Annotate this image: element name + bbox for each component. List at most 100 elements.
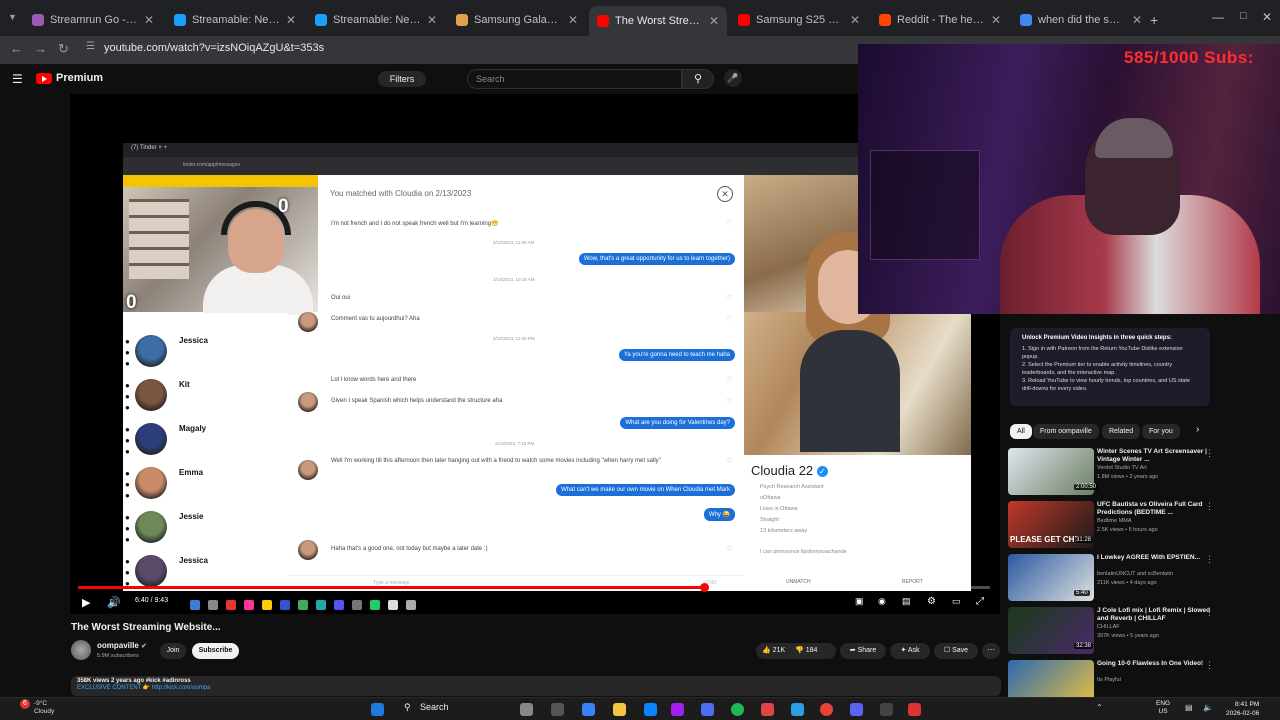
tab-close-icon[interactable]: ✕	[427, 13, 437, 27]
app-icon[interactable]	[701, 703, 714, 716]
file-explorer-icon[interactable]	[613, 703, 626, 716]
window-minimize-icon[interactable]: —	[1212, 10, 1224, 24]
match-list-item[interactable]: ● ● ● Jessie	[123, 506, 288, 550]
unmatch-button[interactable]: UNMATCH	[786, 579, 811, 585]
match-list-item[interactable]: ● ● ● Jessica	[123, 330, 288, 374]
filters-button[interactable]: Filters	[378, 71, 426, 87]
language-indicator[interactable]: ENG US	[1156, 700, 1170, 716]
chip-related[interactable]: Related	[1102, 424, 1141, 439]
channel-avatar[interactable]	[71, 640, 91, 660]
volume-icon[interactable]: 🔊	[107, 596, 121, 609]
more-options-icon[interactable]: ⋮	[1205, 554, 1214, 565]
heart-icon[interactable]: ♡	[726, 397, 732, 405]
video-thumbnail[interactable]: PLEASE GET CHI 31:28	[1008, 501, 1094, 548]
app-icon[interactable]	[791, 703, 804, 716]
heart-icon[interactable]: ♡	[726, 294, 732, 302]
join-button[interactable]: Join	[160, 643, 186, 659]
share-button[interactable]: ➦ Share	[840, 643, 886, 659]
match-list-item[interactable]: ● ● ● Magaly	[123, 418, 288, 462]
theater-icon[interactable]: ▭	[952, 596, 961, 607]
more-options-icon[interactable]: ⋮	[1205, 448, 1214, 459]
description-link[interactable]: EXCLUSIVE CONTENT 👉 http://kick.com/oomp…	[77, 684, 995, 691]
more-options-icon[interactable]: ⋮	[1205, 607, 1214, 618]
copilot-icon[interactable]	[582, 703, 595, 716]
recommended-video[interactable]: PLEASE GET CHI 31:28 UFC Bautista vs Olive…	[1008, 501, 1268, 549]
chip-for-you[interactable]: For you	[1142, 424, 1180, 439]
recommended-video[interactable]: 2:00:50 Winter Scenes TV Art Screensaver …	[1008, 448, 1268, 496]
tab-close-icon[interactable]: ✕	[850, 13, 860, 27]
taskbar-search-icon[interactable]: ⚲	[404, 702, 411, 713]
captions-icon[interactable]: ▤	[902, 596, 911, 607]
like-count[interactable]: 21K	[773, 647, 785, 654]
spotify-icon[interactable]	[731, 703, 744, 716]
chevron-right-icon[interactable]: ›	[1196, 424, 1199, 435]
settings-gear-icon[interactable]: ⚙	[927, 596, 936, 607]
close-chat-icon[interactable]: ✕	[717, 186, 733, 202]
task-view-icon[interactable]	[551, 703, 564, 716]
browser-tab[interactable]: The Worst Streaming ✕	[589, 6, 727, 36]
window-close-icon[interactable]: ✕	[1262, 10, 1272, 24]
url-field[interactable]: youtube.com/watch?v=izsNOiqAZgU&t=353s	[104, 42, 324, 54]
report-button[interactable]: REPORT	[902, 579, 923, 585]
discord-icon[interactable]	[850, 703, 863, 716]
fullscreen-icon[interactable]: ⤢	[976, 596, 984, 607]
youtube-logo[interactable]: Premium	[36, 72, 103, 84]
tab-search-icon[interactable]: ▼	[8, 12, 17, 22]
back-icon[interactable]: ←	[10, 41, 23, 56]
chip-all[interactable]: All	[1010, 424, 1032, 439]
browser-tab[interactable]: Reddit - The heart of the ✕	[871, 8, 1009, 32]
app-icon[interactable]	[761, 703, 774, 716]
more-options-icon[interactable]: ⋮	[1205, 501, 1214, 512]
heart-icon[interactable]: ♡	[726, 315, 732, 323]
like-icon[interactable]: 👍	[762, 647, 771, 654]
browser-tab[interactable]: when did the samsung s2 ✕	[1012, 8, 1150, 32]
browser-tab[interactable]: Streamrun Go - Streamu ✕	[24, 8, 162, 32]
chip-from-channel[interactable]: From oompaville	[1033, 424, 1099, 439]
recommended-video[interactable]: 5:40 I Lowkey AGREE With EPSTIEN... benlat…	[1008, 554, 1268, 602]
ask-button[interactable]: ✦ Ask	[890, 643, 930, 659]
search-input[interactable]: Search	[467, 69, 682, 89]
heart-icon[interactable]: ♡	[726, 545, 732, 553]
subscribe-button[interactable]: Subscribe	[192, 643, 239, 659]
save-button[interactable]: ☐ Save	[934, 643, 978, 659]
video-thumbnail[interactable]: 2:00:50	[1008, 448, 1099, 495]
tab-close-icon[interactable]: ✕	[568, 13, 578, 27]
taskbar-search[interactable]: Search	[420, 702, 449, 712]
menu-icon[interactable]: ☰	[12, 72, 23, 86]
video-thumbnail[interactable]: 5:40	[1008, 554, 1094, 601]
match-list-item[interactable]: ● ● ● Kit	[123, 374, 288, 418]
site-info-icon[interactable]: ☰	[86, 41, 95, 52]
more-actions-icon[interactable]: ⋯	[982, 643, 1000, 659]
app-icon[interactable]	[908, 703, 921, 716]
chrome-icon[interactable]	[820, 703, 833, 716]
tab-close-icon[interactable]: ✕	[144, 13, 154, 27]
tab-close-icon[interactable]: ✕	[709, 14, 719, 28]
weather-widget[interactable]: -9°C Cloudy	[34, 700, 54, 716]
browser-tab[interactable]: Streamable: Never IRL Str ✕	[166, 8, 304, 32]
speaker-icon[interactable]: 🔈	[1203, 703, 1213, 712]
match-list-item[interactable]: ● ● ● Emma	[123, 462, 288, 506]
browser-tab[interactable]: Samsung Galaxy Fe S25 fr ✕	[448, 8, 586, 32]
window-maximize-icon[interactable]: □	[1240, 10, 1247, 22]
heart-icon[interactable]: ♡	[726, 219, 732, 227]
channel-name[interactable]: oompaville ✔	[97, 641, 147, 650]
heart-icon[interactable]: ♡	[726, 376, 732, 384]
description-box[interactable]: 358K views 2 years ago #kick #adinross E…	[71, 676, 1001, 696]
autoplay-toggle-icon[interactable]: ◉	[878, 596, 886, 607]
video-thumbnail[interactable]: 32:38	[1008, 607, 1094, 654]
tab-close-icon[interactable]: ✕	[286, 13, 296, 27]
tab-close-icon[interactable]: ✕	[1132, 13, 1142, 27]
search-icon[interactable]: ⚲	[682, 69, 714, 89]
network-icon[interactable]: ▤	[1185, 703, 1193, 712]
dislike-icon[interactable]: 👎	[795, 647, 804, 654]
browser-tab[interactable]: Streamable: Never IRL Str ✕	[307, 8, 445, 32]
weather-alert-icon[interactable]: 6	[20, 699, 30, 709]
recommended-video[interactable]: 32:38 J Cole Lofi mix | Lofi Remix | Slow…	[1008, 607, 1268, 655]
mic-icon[interactable]: 🎤	[724, 69, 742, 87]
app-icon[interactable]	[671, 703, 684, 716]
system-clock[interactable]: 8:41 PM 2026-02-06	[1226, 700, 1259, 718]
heart-icon[interactable]: ♡	[726, 457, 732, 465]
new-tab-button[interactable]: +	[1150, 12, 1158, 28]
tab-close-icon[interactable]: ✕	[991, 13, 1001, 27]
edge-icon[interactable]	[644, 703, 657, 716]
